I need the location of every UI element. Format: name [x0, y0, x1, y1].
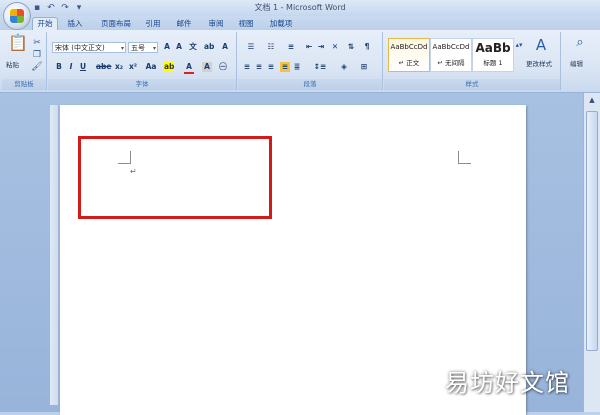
- find-icon[interactable]: ⌕: [572, 36, 588, 54]
- tab-references[interactable]: 引用: [140, 18, 166, 30]
- distributed-icon[interactable]: ≣: [292, 62, 302, 72]
- numbering-icon[interactable]: ☷: [262, 42, 280, 52]
- style-name: 标题 1: [483, 59, 503, 67]
- show-marks-icon[interactable]: ¶: [362, 42, 372, 52]
- font-name-value: 宋体 (中文正文): [55, 44, 105, 52]
- tab-addins[interactable]: 加载项: [264, 18, 298, 30]
- tab-view[interactable]: 视图: [233, 18, 259, 30]
- align-center-icon[interactable]: ≡: [254, 62, 264, 72]
- styles-group-label: 样式: [384, 79, 560, 90]
- align-left-icon[interactable]: ≡: [242, 62, 252, 72]
- tab-review[interactable]: 审阅: [203, 18, 229, 30]
- editing-label[interactable]: 编辑: [570, 58, 583, 68]
- increase-indent-icon[interactable]: ⇥: [316, 42, 326, 52]
- align-right-icon[interactable]: ≡: [266, 62, 276, 72]
- styles-scroll-icon[interactable]: ▴▾: [514, 38, 524, 52]
- styles-group: AaBbCcDd ↵ 正文 AaBbCcDd ↵ 无间隔 AaBb 标题 1 ▴…: [384, 32, 561, 90]
- highlight-box: [78, 136, 272, 219]
- watermark-text: 易坊好文馆: [445, 369, 570, 397]
- italic-button[interactable]: I: [66, 62, 76, 72]
- margin-corner-top-right: [458, 151, 471, 164]
- window-title: 文档 1 - Microsoft Word: [254, 3, 346, 12]
- ribbon-tabs: 开始 插入 页面布局 引用 邮件 审阅 视图 加载项 ?: [0, 16, 600, 44]
- change-case-button[interactable]: Aa: [144, 62, 158, 72]
- format-painter-icon[interactable]: 🖌: [30, 60, 44, 74]
- tab-home[interactable]: 开始: [32, 17, 58, 30]
- decrease-indent-icon[interactable]: ⇤: [304, 42, 314, 52]
- bullets-icon[interactable]: ☰: [242, 42, 260, 52]
- line-spacing-icon[interactable]: ↕≡: [312, 62, 328, 72]
- font-size-select[interactable]: 五号 ▾: [128, 42, 158, 53]
- style-sample: AaBbCcDd: [432, 43, 470, 51]
- underline-button[interactable]: U: [78, 62, 88, 72]
- bold-button[interactable]: B: [54, 62, 64, 72]
- clipboard-group-label: 剪贴板: [2, 79, 46, 90]
- editing-group: ⌕ 编辑: [562, 32, 596, 90]
- vertical-scrollbar[interactable]: ▲: [583, 93, 600, 412]
- strikethrough-button[interactable]: abe: [96, 62, 112, 72]
- paste-icon[interactable]: 📋: [8, 35, 28, 56]
- shrink-font-icon[interactable]: A: [174, 42, 184, 52]
- justify-icon[interactable]: ≡: [280, 62, 290, 72]
- chevron-down-icon: ▾: [120, 45, 124, 52]
- borders-icon[interactable]: ⊞: [356, 62, 372, 72]
- style-name: ↵ 无间隔: [437, 59, 465, 67]
- char-shading-button[interactable]: A: [202, 62, 212, 72]
- style-sample: AaBbCcDd: [390, 43, 428, 51]
- font-size-value: 五号: [131, 44, 145, 52]
- change-styles-icon[interactable]: A: [532, 38, 550, 56]
- phonetic-guide-icon[interactable]: 文: [188, 42, 198, 52]
- office-button[interactable]: [3, 2, 31, 30]
- paste-label[interactable]: 粘贴: [6, 59, 19, 69]
- paragraph-group: ☰ ☷ ≡ ⇤ ⇥ ✕ ⇅ ¶ ≡ ≡ ≡ ≡ ≣ ↕≡ ◈ ⊞ 段落: [238, 32, 383, 90]
- font-group: 宋体 (中文正文) ▾ 五号 ▾ A A 文 ab A B I U abe x₂…: [48, 32, 237, 90]
- sort-icon[interactable]: ⇅: [346, 42, 356, 52]
- tab-mailings[interactable]: 邮件: [171, 18, 197, 30]
- style-name: ↵ 正文: [398, 59, 420, 67]
- scroll-thumb[interactable]: [586, 111, 598, 351]
- multilevel-list-icon[interactable]: ≡: [282, 42, 300, 52]
- superscript-button[interactable]: x²: [128, 62, 138, 72]
- subscript-button[interactable]: x₂: [114, 62, 124, 72]
- font-name-select[interactable]: 宋体 (中文正文) ▾: [52, 42, 126, 53]
- clipboard-group: 📋 粘贴 ✂ ❐ 🖌 剪贴板: [2, 32, 47, 90]
- font-group-label: 字体: [48, 79, 236, 90]
- title-bar: ▪ ↶ ↷ ▾ 文档 1 - Microsoft Word: [0, 0, 600, 16]
- style-no-spacing[interactable]: AaBbCcDd ↵ 无间隔: [430, 38, 472, 72]
- tab-page-layout[interactable]: 页面布局: [96, 18, 136, 30]
- style-normal[interactable]: AaBbCcDd ↵ 正文: [388, 38, 430, 72]
- clear-format-icon[interactable]: ab: [204, 42, 214, 52]
- grow-font-icon[interactable]: A: [162, 42, 172, 52]
- scroll-up-icon[interactable]: ▲: [586, 95, 598, 105]
- change-styles-label[interactable]: 更改样式: [526, 58, 552, 68]
- style-sample: AaBb: [475, 41, 511, 55]
- ribbon: 📋 粘贴 ✂ ❐ 🖌 剪贴板 宋体 (中文正文) ▾ 五号 ▾ A A 文 ab…: [0, 30, 600, 93]
- office-logo-icon: [10, 9, 24, 23]
- style-heading-1[interactable]: AaBb 标题 1: [472, 38, 514, 72]
- paragraph-group-label: 段落: [238, 79, 382, 90]
- shading-icon[interactable]: ◈: [336, 62, 352, 72]
- char-border-icon[interactable]: A: [220, 42, 230, 52]
- tab-insert[interactable]: 插入: [62, 18, 88, 30]
- chevron-down-icon: ▾: [152, 45, 156, 52]
- enclose-char-icon[interactable]: ㊀: [218, 62, 228, 72]
- asian-layout-icon[interactable]: ✕: [330, 42, 340, 52]
- vertical-ruler: [50, 105, 59, 405]
- highlight-icon[interactable]: ab: [164, 62, 174, 72]
- font-color-button[interactable]: A: [184, 62, 194, 74]
